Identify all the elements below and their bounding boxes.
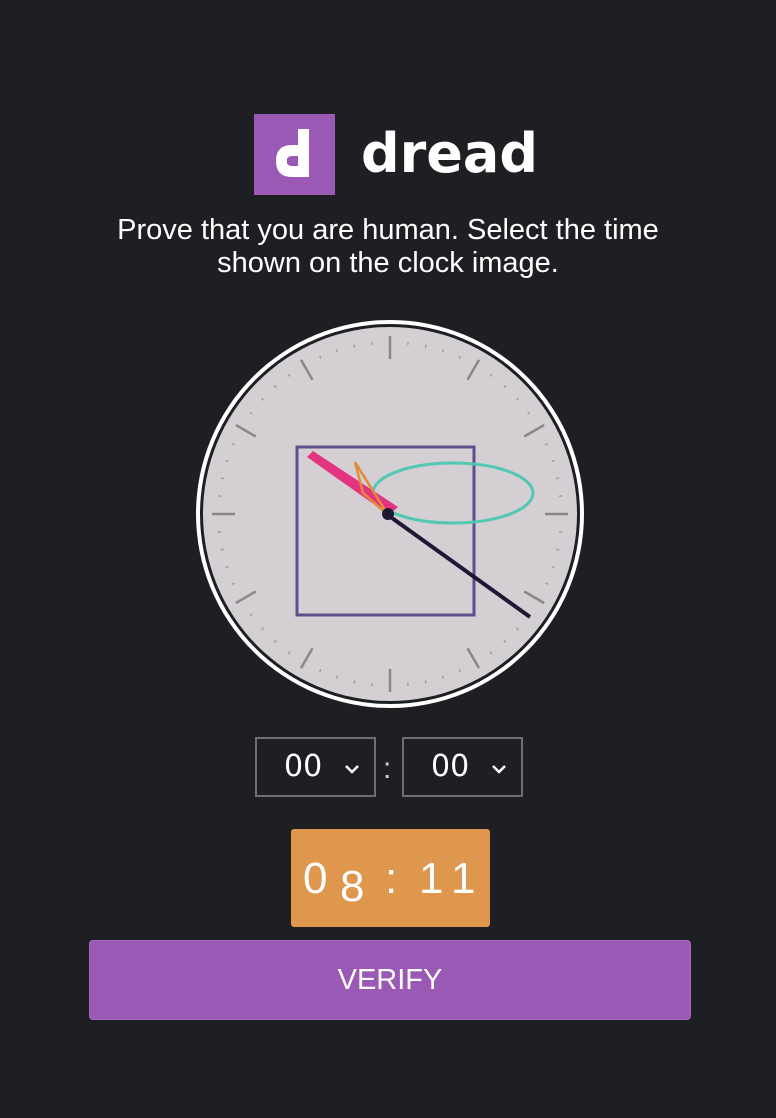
time-separator: : — [383, 752, 392, 785]
clock-minute-tick — [556, 477, 560, 480]
instructions-line-1: Prove that you are human. Select the tim… — [117, 214, 659, 246]
captcha-char: 1 — [451, 854, 476, 903]
brand-name: dread — [361, 122, 539, 185]
captcha-code-image: 0 8 : 1 1 — [291, 829, 490, 927]
clock-minute-tick — [225, 565, 229, 569]
instructions-line-2: shown on the clock image. — [217, 247, 559, 279]
captcha-char: : — [385, 854, 398, 903]
clock-minute-tick — [556, 548, 560, 551]
clock-minute-tick — [441, 675, 445, 679]
captcha-instructions: Prove that you are human. Select the tim… — [88, 214, 688, 280]
captcha-clock-image — [193, 317, 587, 711]
clock-minute-tick — [335, 675, 339, 679]
minutes-select[interactable]: 00 — [402, 737, 523, 797]
clock-minute-tick — [220, 548, 224, 551]
clock-minute-tick — [441, 349, 445, 353]
clock-center-pin — [382, 508, 394, 520]
hours-select[interactable]: 00 — [255, 737, 376, 797]
clock-minute-tick — [424, 680, 427, 684]
captcha-char: 8 — [340, 862, 365, 911]
hours-value: 00 — [284, 749, 323, 784]
clock-minute-tick — [220, 477, 224, 480]
clock-minute-tick — [335, 349, 339, 353]
minutes-value: 00 — [431, 749, 470, 784]
clock-minute-tick — [551, 565, 555, 569]
dread-logo-icon — [254, 114, 335, 195]
clock-minute-tick — [551, 459, 555, 463]
chevron-down-icon — [492, 765, 506, 774]
captcha-char: 1 — [419, 854, 444, 903]
clock-minute-tick — [353, 344, 356, 348]
clock-minute-tick — [353, 680, 356, 684]
clock-minute-tick — [424, 344, 427, 348]
captcha-char: 0 — [303, 854, 328, 903]
clock-minute-tick — [225, 459, 229, 463]
verify-button[interactable]: VERIFY — [89, 940, 691, 1020]
chevron-down-icon — [345, 765, 359, 774]
brand-header: dread — [0, 114, 776, 196]
